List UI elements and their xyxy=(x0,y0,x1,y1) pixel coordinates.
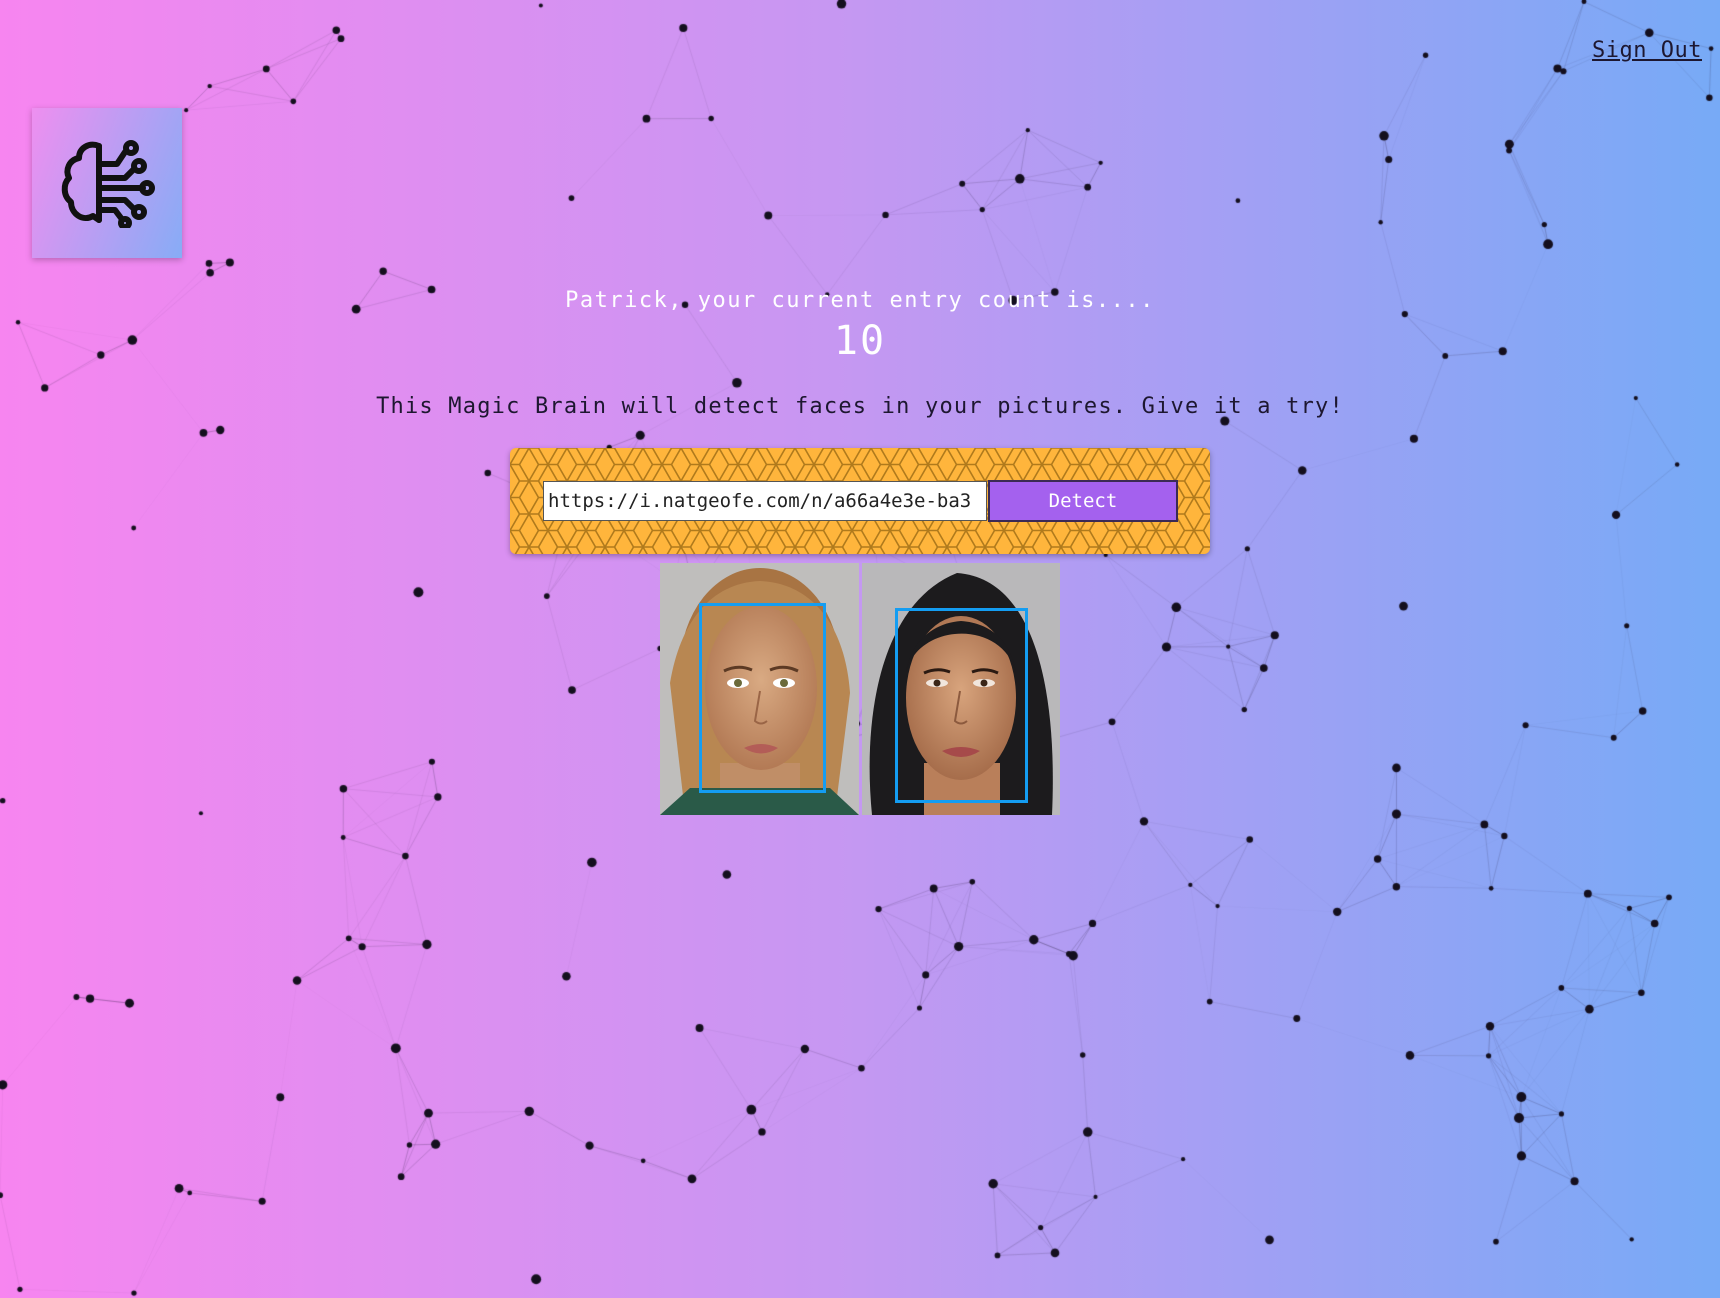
sign-out-link[interactable]: Sign Out xyxy=(1592,38,1702,63)
tagline: This Magic Brain will detect faces in yo… xyxy=(376,394,1344,419)
image-url-input[interactable] xyxy=(543,481,987,521)
image-link-form: Detect xyxy=(510,448,1210,554)
face-box-right xyxy=(895,608,1028,803)
top-navigation: Sign Out xyxy=(1592,38,1702,63)
face-box-left xyxy=(699,603,826,793)
brain-circuit-icon xyxy=(61,140,155,228)
entry-count-message: Patrick, your current entry count is.... xyxy=(565,288,1155,313)
detect-button[interactable]: Detect xyxy=(988,480,1178,522)
entry-count-value: 10 xyxy=(833,318,887,364)
detected-image xyxy=(660,563,1060,815)
logo xyxy=(32,108,182,258)
